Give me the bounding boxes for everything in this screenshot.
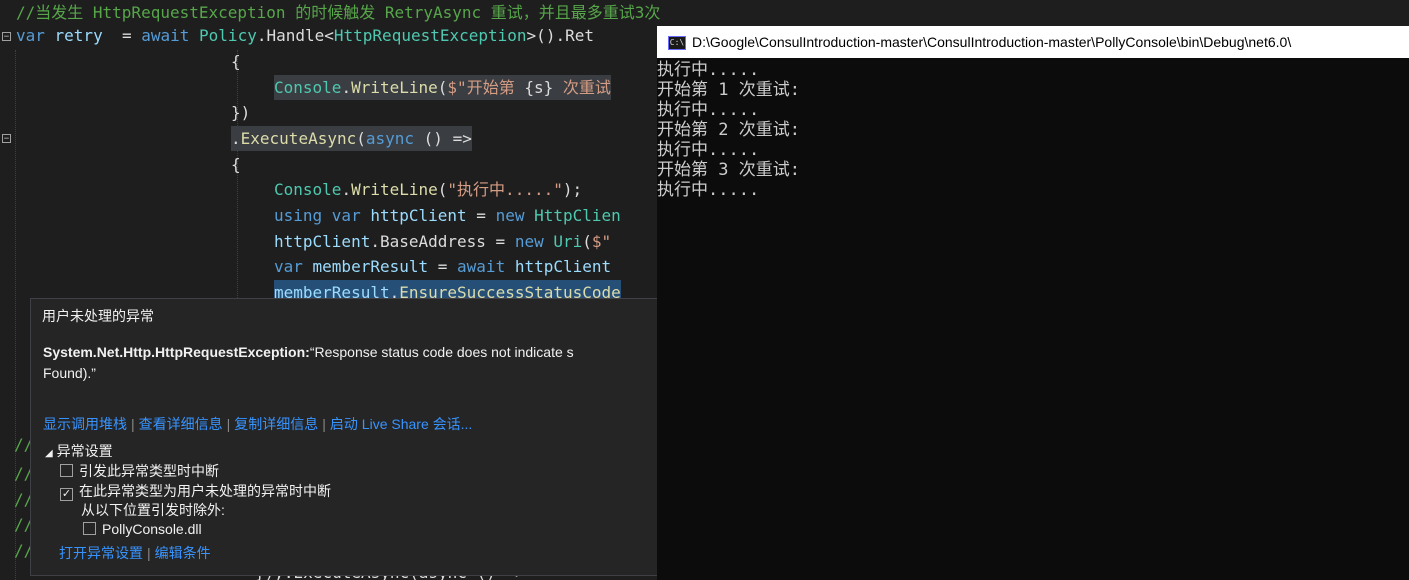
option-label: 引发此异常类型时中断 [79,463,219,479]
popup-footer-links: 打开异常设置 | 编辑条件 [59,545,211,561]
exception-text-line2: Found).” [43,365,96,381]
code-token: = [466,206,496,225]
code-token: $"开始第 [447,78,525,97]
live-share-link[interactable]: 启动 Live Share 会话... [330,416,472,432]
copy-details-link[interactable]: 复制详细信息 [234,416,318,432]
console-output: 执行中..... 开始第 1 次重试: 执行中..... 开始第 2 次重试: … [657,60,1409,200]
code-token: ( [437,180,448,199]
code-token: //当发生 HttpRequestException 的时候触发 RetryAs… [16,3,660,22]
console-window-title: D:\Google\ConsulIntroduction-master\Cons… [692,34,1292,50]
console-app-icon: C:\ [668,36,686,50]
code-token: .Handle< [256,26,334,45]
open-exception-settings-link[interactable]: 打开异常设置 [59,545,143,561]
code-token: ); [562,180,583,199]
code-token: 次重试 [553,78,611,97]
code-token: = [102,26,142,45]
code-token: new [514,232,554,251]
code-token: "执行中....." [447,180,563,199]
code-line[interactable]: Console.WriteLine($"开始第 {s} 次重试 [274,75,611,100]
code-token: = [428,257,458,276]
code-token: WriteLine [351,180,438,199]
code-token: var [16,26,55,45]
code-token: .BaseAddress = [370,232,515,251]
popup-title: 用户未处理的异常 [42,308,154,324]
code-token: () => [423,129,472,148]
console-line: 执行中..... [657,140,760,160]
code-line[interactable]: }) [231,100,250,125]
code-token: { [231,52,241,71]
code-token: ( [356,129,366,148]
code-line[interactable]: Console.WriteLine("执行中....."); [274,177,582,202]
module-label: PollyConsole.dll [102,521,202,537]
code-token: { [231,155,241,174]
code-token: ( [582,232,592,251]
code-token: $" [591,232,612,251]
code-token: async [365,129,424,148]
view-details-link[interactable]: 查看详细信息 [139,416,223,432]
code-token: HttpClien [534,206,621,225]
break-on-user-unhandled-option[interactable]: ✓ 在此异常类型为用户未处理的异常时中断 [60,481,331,501]
fold-toggle-icon[interactable]: − [2,32,11,42]
editor-gutter: − − [0,0,14,580]
code-line[interactable]: var memberResult = await httpClient [274,254,611,279]
option-label: 在此异常类型为用户未处理的异常时中断 [79,483,331,499]
code-line[interactable]: httpClient.BaseAddress = new Uri($" [274,229,611,254]
module-exclusion-option[interactable]: PollyConsole.dll [83,521,202,537]
console-window[interactable]: C:\ D:\Google\ConsulIntroduction-master\… [657,26,1409,580]
exception-type: System.Net.Http.HttpRequestException: [43,344,310,360]
code-token: new [495,206,535,225]
code-line[interactable]: var retry = await Policy.Handle<HttpRequ… [16,23,594,48]
code-token: await [141,26,200,45]
code-token: . [341,180,352,199]
code-token: var [274,257,313,276]
code-token: {s} [524,78,554,97]
code-line[interactable]: using var httpClient = new HttpClien [274,203,621,228]
exclusion-label: 从以下位置引发时除外: [81,502,225,518]
code-token: }) [231,103,251,122]
console-line: 执行中..... [657,100,760,120]
code-line[interactable]: { [231,49,241,74]
code-token: Uri [553,232,583,251]
console-line: 开始第 1 次重试: [657,80,800,100]
code-token: Console [274,78,342,97]
code-token: using var [274,206,371,225]
exception-settings-header[interactable]: ◢ 异常设置 [45,441,113,461]
code-token: ( [437,78,448,97]
console-line: 执行中..... [657,60,760,80]
console-title-bar[interactable]: C:\ D:\Google\ConsulIntroduction-master\… [657,26,1409,58]
exception-helper-popup: 用户未处理的异常 System.Net.Http.HttpRequestExce… [30,298,660,576]
exception-message: System.Net.Http.HttpRequestException:“Re… [43,342,653,384]
code-token: WriteLine [351,78,438,97]
fold-toggle-icon[interactable]: − [2,134,11,144]
break-on-thrown-option[interactable]: 引发此异常类型时中断 [60,461,219,481]
console-line: 开始第 3 次重试: [657,160,800,180]
code-token: httpClient [514,257,612,276]
code-token: HttpRequestException [333,26,527,45]
show-call-stack-link[interactable]: 显示调用堆栈 [43,416,127,432]
console-line: 开始第 2 次重试: [657,120,800,140]
code-token: httpClient [370,206,467,225]
code-token: Policy [199,26,257,45]
code-token: httpClient [274,232,371,251]
code-token: . [231,129,241,148]
collapse-triangle-icon: ◢ [45,448,53,459]
code-line[interactable]: { [231,152,241,177]
code-line[interactable]: //当发生 HttpRequestException 的时候触发 RetryAs… [16,0,660,25]
code-token: await [457,257,515,276]
code-token: >().Ret [526,26,594,45]
console-line: 执行中..... [657,180,760,200]
exception-settings-label: 异常设置 [56,443,113,459]
code-token: ExecuteAsync [240,129,357,148]
code-token: retry [54,26,103,45]
exception-text: “Response status code does not indicate … [309,344,574,360]
checkbox-unchecked[interactable] [83,522,96,535]
code-token: . [341,78,352,97]
popup-link-bar: 显示调用堆栈 | 查看详细信息 | 复制详细信息 | 启动 Live Share 会话... [43,416,473,432]
code-token: memberResult [312,257,429,276]
checkbox-checked[interactable]: ✓ [60,488,73,501]
code-line[interactable]: .ExecuteAsync(async () => [231,126,472,151]
checkbox-unchecked[interactable] [60,464,73,477]
code-token: Console [274,180,342,199]
edit-conditions-link[interactable]: 编辑条件 [155,545,211,561]
